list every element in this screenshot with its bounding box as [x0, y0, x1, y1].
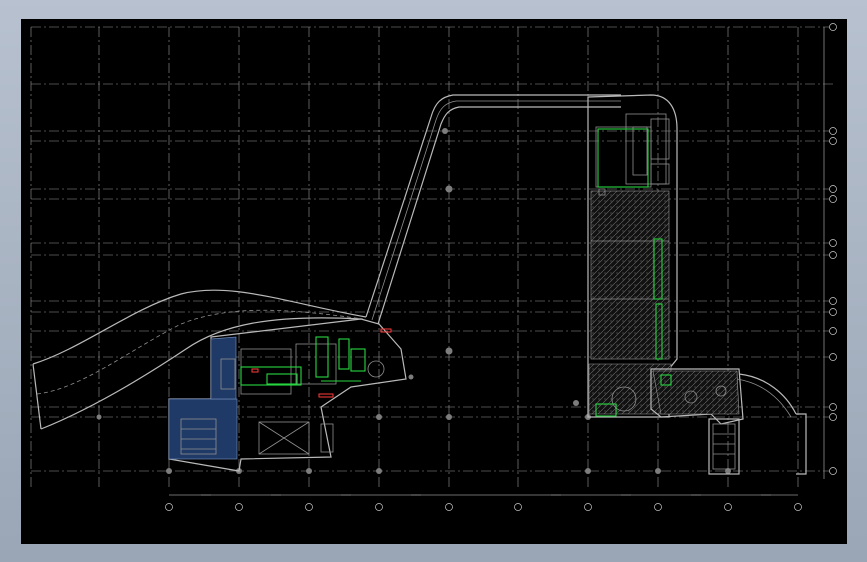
floor-plan-drawing [30, 23, 837, 511]
cad-drawing-canvas[interactable] [21, 19, 847, 544]
lower-right-cluster [650, 368, 807, 475]
vertical-grid-lines [30, 27, 799, 489]
bottom-axis-bubbles [165, 494, 802, 511]
diagonal-bridge [365, 94, 621, 325]
left-building [168, 318, 407, 472]
right-axis-bubbles [823, 23, 837, 479]
